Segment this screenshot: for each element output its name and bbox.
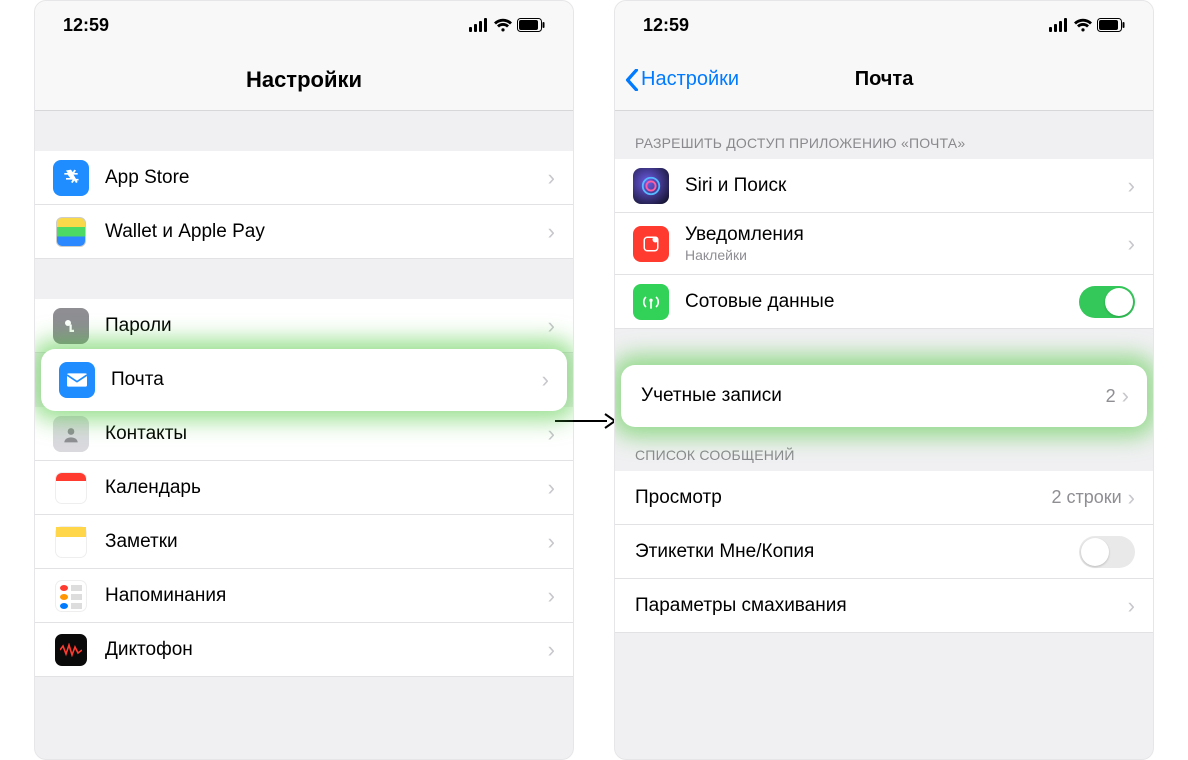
chevron-right-icon: › xyxy=(1128,231,1135,257)
row-accounts[interactable]: Учетные записи 2 › xyxy=(621,369,1147,423)
row-calendar[interactable]: Календарь › xyxy=(35,461,573,515)
battery-icon xyxy=(1097,18,1125,32)
row-label: Сотовые данные xyxy=(685,291,1079,313)
voice-memos-icon xyxy=(53,632,89,668)
row-label: Диктофон xyxy=(105,639,548,661)
row-mail[interactable]: Почта › xyxy=(41,353,567,407)
row-label: Уведомления xyxy=(685,224,1128,246)
settings-screen: 12:59 Настройки App Store › Wallet и App… xyxy=(34,0,574,760)
highlighted-accounts-row: Учетные записи 2 › xyxy=(615,369,1153,423)
chevron-right-icon: › xyxy=(542,367,549,393)
chevron-right-icon: › xyxy=(548,583,555,609)
preview-detail: 2 строки xyxy=(1051,487,1121,508)
chevron-right-icon: › xyxy=(1128,485,1135,511)
chevron-right-icon: › xyxy=(548,421,555,447)
appstore-icon xyxy=(53,160,89,196)
wifi-icon xyxy=(1073,18,1093,32)
status-bar: 12:59 xyxy=(35,1,573,49)
row-tocc-labels[interactable]: Этикетки Мне/Копия xyxy=(615,525,1153,579)
siri-icon xyxy=(633,168,669,204)
row-label: Напоминания xyxy=(105,585,548,607)
row-label: App Store xyxy=(105,167,548,189)
status-time: 12:59 xyxy=(643,15,689,36)
row-notes[interactable]: Заметки › xyxy=(35,515,573,569)
row-notifications[interactable]: Уведомления Наклейки › xyxy=(615,213,1153,275)
chevron-right-icon: › xyxy=(1128,173,1135,199)
chevron-right-icon: › xyxy=(548,219,555,245)
chevron-right-icon: › xyxy=(548,475,555,501)
chevron-right-icon: › xyxy=(1122,383,1129,409)
row-voice-memos[interactable]: Диктофон › xyxy=(35,623,573,677)
cellular-data-icon xyxy=(633,284,669,320)
mail-settings-screen: 12:59 Настройки Почта РАЗРЕШИТЬ ДОСТУП П… xyxy=(614,0,1154,760)
chevron-right-icon: › xyxy=(548,165,555,191)
wallet-icon xyxy=(53,214,89,250)
tocc-toggle[interactable] xyxy=(1079,536,1135,568)
row-swipe-options[interactable]: Параметры смахивания › xyxy=(615,579,1153,633)
row-label: Этикетки Мне/Копия xyxy=(635,541,1079,563)
back-label: Настройки xyxy=(641,68,739,91)
status-time: 12:59 xyxy=(63,15,109,36)
page-title: Настройки xyxy=(35,67,573,93)
chevron-right-icon: › xyxy=(548,529,555,555)
settings-list: App Store › Wallet и Apple Pay › Пароли … xyxy=(35,111,573,677)
notes-icon xyxy=(53,524,89,560)
chevron-left-icon xyxy=(625,69,639,91)
section-message-list: СПИСОК СООБЩЕНИЙ xyxy=(615,423,1153,471)
row-contacts[interactable]: Контакты › xyxy=(35,407,573,461)
mail-icon xyxy=(59,362,95,398)
row-siri-search[interactable]: Siri и Поиск › xyxy=(615,159,1153,213)
accounts-count: 2 xyxy=(1106,386,1116,407)
row-preview[interactable]: Просмотр 2 строки › xyxy=(615,471,1153,525)
contacts-icon xyxy=(53,416,89,452)
status-bar: 12:59 xyxy=(615,1,1153,49)
row-passwords[interactable]: Пароли › xyxy=(35,299,573,353)
back-button[interactable]: Настройки xyxy=(615,68,739,91)
calendar-icon xyxy=(53,470,89,506)
nav-header: Настройки xyxy=(35,49,573,111)
row-label: Календарь xyxy=(105,477,548,499)
row-label: Siri и Поиск xyxy=(685,175,1128,197)
status-icons xyxy=(1049,18,1125,32)
cellular-toggle[interactable] xyxy=(1079,286,1135,318)
nav-header: Настройки Почта xyxy=(615,49,1153,111)
chevron-right-icon: › xyxy=(548,313,555,339)
cellular-icon xyxy=(469,18,489,32)
row-reminders[interactable]: Напоминания › xyxy=(35,569,573,623)
chevron-right-icon: › xyxy=(548,637,555,663)
reminders-icon xyxy=(53,578,89,614)
highlighted-mail-row: Почта › xyxy=(35,353,573,407)
row-label: Заметки xyxy=(105,531,548,553)
notifications-icon xyxy=(633,226,669,262)
row-label: Параметры смахивания xyxy=(635,595,1128,617)
mail-settings-list: РАЗРЕШИТЬ ДОСТУП ПРИЛОЖЕНИЮ «ПОЧТА» Siri… xyxy=(615,111,1153,633)
page-title: Почта xyxy=(855,68,914,91)
row-label: Учетные записи xyxy=(641,385,1106,407)
row-label: Контакты xyxy=(105,423,548,445)
arrow-indicator xyxy=(555,410,615,438)
row-subtitle: Наклейки xyxy=(685,247,1128,263)
battery-icon xyxy=(517,18,545,32)
chevron-right-icon: › xyxy=(1128,593,1135,619)
status-icons xyxy=(469,18,545,32)
row-cellular-data[interactable]: Сотовые данные xyxy=(615,275,1153,329)
key-icon xyxy=(53,308,89,344)
row-label: Wallet и Apple Pay xyxy=(105,221,548,243)
cellular-icon xyxy=(1049,18,1069,32)
row-label: Почта xyxy=(111,369,542,391)
row-label: Просмотр xyxy=(635,487,1051,509)
row-label: Пароли xyxy=(105,315,548,337)
wifi-icon xyxy=(493,18,513,32)
section-allow-access: РАЗРЕШИТЬ ДОСТУП ПРИЛОЖЕНИЮ «ПОЧТА» xyxy=(615,111,1153,159)
row-wallet[interactable]: Wallet и Apple Pay › xyxy=(35,205,573,259)
row-app-store[interactable]: App Store › xyxy=(35,151,573,205)
